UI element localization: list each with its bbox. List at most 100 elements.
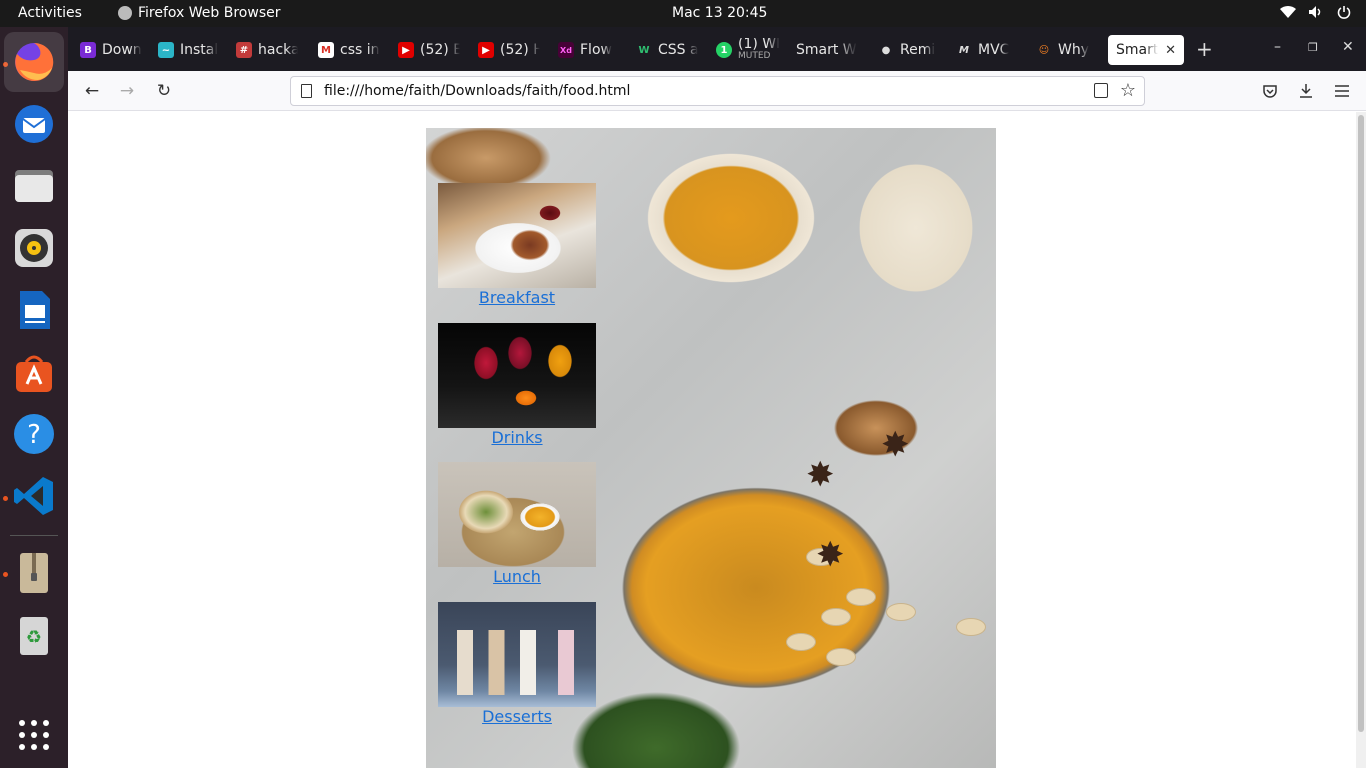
tab[interactable]: W CSS a (632, 35, 698, 65)
menu-item-lunch: Lunch (438, 462, 596, 587)
pumpkin-seed (956, 618, 986, 636)
archive-manager-icon[interactable] (10, 549, 58, 597)
page-icon (301, 84, 312, 98)
tab-label: Remi (900, 42, 936, 58)
app-name-label: Firefox Web Browser (138, 5, 281, 21)
page-content: ✸ ✸ ✸ Breakfast Drinks Lunch Desserts (68, 112, 1356, 768)
vscode-icon[interactable] (10, 472, 58, 520)
tab[interactable]: B Down (76, 35, 142, 65)
show-applications-icon[interactable] (10, 711, 58, 759)
power-icon[interactable] (1336, 4, 1352, 20)
tab-label: Flow (580, 42, 612, 58)
wifi-icon[interactable] (1280, 4, 1296, 20)
tab-label: Down (102, 42, 142, 58)
trash-icon[interactable]: ♻ (10, 611, 58, 659)
activities-button[interactable]: Activities (18, 5, 82, 21)
navigation-toolbar: ← → ↻ file:///home/faith/Downloads/faith… (68, 71, 1366, 111)
tab[interactable]: ▶ (52) H (474, 35, 540, 65)
tab[interactable]: M MVC (952, 35, 1018, 65)
medium-favicon-icon: M (959, 44, 969, 56)
forward-icon[interactable]: → (116, 80, 138, 102)
volume-icon[interactable] (1308, 4, 1324, 20)
help-icon[interactable]: ? (10, 410, 58, 458)
tab[interactable]: ▶ (52) E (394, 35, 460, 65)
breakfast-link[interactable]: Breakfast (438, 288, 596, 308)
svg-text:♻: ♻ (26, 627, 42, 648)
tab-label: Smart (1116, 42, 1159, 58)
lunch-link[interactable]: Lunch (438, 567, 596, 587)
files-icon[interactable] (10, 162, 58, 210)
menu-item-breakfast: Breakfast (438, 183, 596, 308)
hamburger-menu-icon[interactable] (1331, 80, 1353, 102)
tab[interactable]: # hacka (232, 35, 298, 65)
restore-icon[interactable]: ❐ (1308, 41, 1318, 54)
tab-label: hacka (258, 42, 298, 58)
drinks-image[interactable] (438, 323, 596, 428)
whatsapp-favicon-icon: 1 (716, 42, 732, 58)
url-bar[interactable]: file:///home/faith/Downloads/faith/food.… (290, 76, 1145, 106)
drinks-link[interactable]: Drinks (438, 428, 596, 448)
firefox-window: B Down ~ Instal # hacka M css in ▶ (52) … (68, 27, 1366, 768)
menu-item-drinks: Drinks (438, 323, 596, 448)
w3schools-favicon-icon: W (638, 44, 650, 56)
tab-label: Why (1058, 42, 1090, 58)
close-window-icon[interactable]: ✕ (1342, 39, 1354, 55)
star-anise: ✸ (806, 455, 835, 495)
firefox-small-icon (118, 6, 132, 20)
tab[interactable]: Smart W (792, 35, 858, 65)
scrollbar-thumb[interactable] (1358, 115, 1364, 732)
star-anise: ✸ (816, 535, 845, 575)
tab-active[interactable]: Smart ✕ (1108, 35, 1184, 65)
system-tray[interactable] (1280, 4, 1352, 20)
youtube-favicon-icon: ▶ (398, 42, 414, 58)
tab[interactable]: M css in (314, 35, 380, 65)
vertical-scrollbar[interactable] (1356, 112, 1366, 768)
pumpkin-seed (886, 603, 916, 621)
tab-label: css in (340, 42, 380, 58)
gmail-favicon-icon: M (318, 42, 334, 58)
pumpkin-seed (786, 633, 816, 651)
downloads-icon[interactable] (1295, 80, 1317, 102)
tab-strip: B Down ~ Instal # hacka M css in ▶ (52) … (68, 27, 1366, 71)
tab[interactable]: ☺ Why (1032, 35, 1098, 65)
desserts-image[interactable] (438, 602, 596, 707)
breakfast-image[interactable] (438, 183, 596, 288)
libreoffice-writer-icon[interactable] (10, 286, 58, 334)
running-indicator (3, 572, 8, 577)
ubuntu-software-icon[interactable] (10, 348, 58, 396)
tab[interactable]: ~ Instal (154, 35, 220, 65)
bootstrap-favicon-icon: B (80, 42, 96, 58)
thunderbird-icon[interactable] (10, 100, 58, 148)
pocket-icon[interactable] (1259, 80, 1281, 102)
rhythmbox-icon[interactable] (10, 224, 58, 272)
tab-label: CSS a (658, 42, 698, 58)
tab-label: (52) H (500, 42, 540, 58)
system-top-bar: Activities Firefox Web Browser Mac 13 20… (0, 0, 1366, 27)
dock: ? ♻ (0, 27, 68, 768)
lunch-image[interactable] (438, 462, 596, 567)
running-indicator (3, 496, 8, 501)
reader-view-icon[interactable] (1094, 83, 1108, 98)
minimize-icon[interactable]: – (1274, 39, 1281, 55)
bookmark-star-icon[interactable]: ☆ (1120, 80, 1136, 101)
firefox-icon[interactable] (4, 32, 64, 92)
pumpkin-seed (826, 648, 856, 666)
tab-label: (52) E (420, 42, 460, 58)
reload-icon[interactable]: ↻ (153, 80, 175, 102)
clock[interactable]: Mac 13 20:45 (672, 5, 767, 21)
tab-label: Instal (180, 42, 219, 58)
new-tab-icon[interactable]: + (1196, 37, 1213, 61)
tab[interactable]: 1 (1) Wl MUTED (712, 35, 782, 65)
github-favicon-icon: ● (881, 44, 891, 56)
back-icon[interactable]: ← (81, 80, 103, 102)
close-tab-icon[interactable]: ✕ (1165, 43, 1176, 58)
app-menu[interactable]: Firefox Web Browser (118, 5, 281, 21)
tab-label: MVC (978, 42, 1010, 58)
tab[interactable]: Xd Flow (554, 35, 620, 65)
tab[interactable]: ● Remi (874, 35, 940, 65)
pumpkin-seed (846, 588, 876, 606)
menu-item-desserts: Desserts (438, 602, 596, 727)
pumpkin-seed (821, 608, 851, 626)
url-text[interactable]: file:///home/faith/Downloads/faith/food.… (324, 83, 630, 99)
desserts-link[interactable]: Desserts (438, 707, 596, 727)
